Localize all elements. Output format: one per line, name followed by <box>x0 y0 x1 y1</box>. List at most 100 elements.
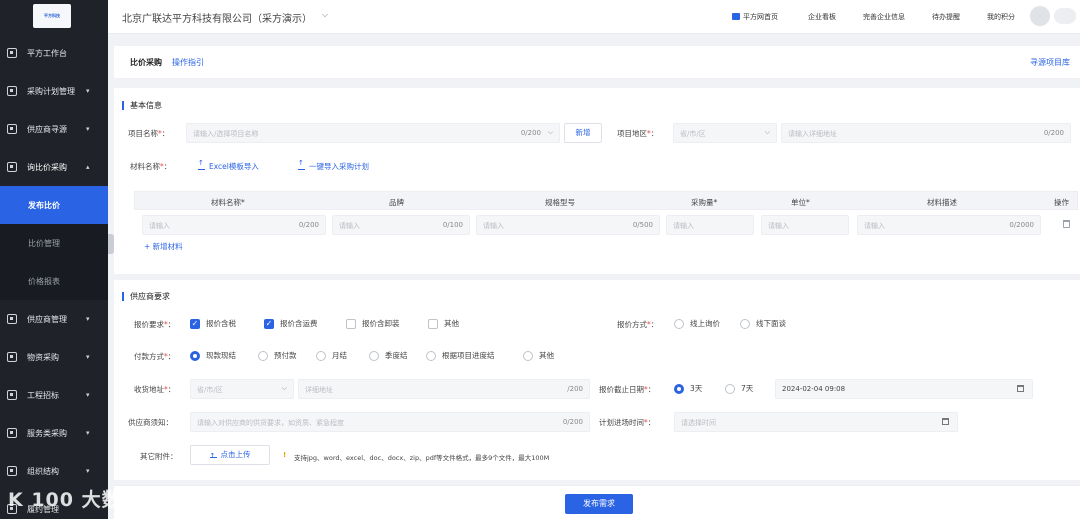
radio-label: 月结 <box>332 351 347 360</box>
user-name-blurred[interactable] <box>1054 8 1076 24</box>
checkbox-other[interactable]: 其他 <box>428 318 459 329</box>
address-input[interactable]: 请输入详细地址 0/200 <box>781 123 1071 143</box>
sidebar-item-price-report[interactable]: 价格报表 <box>0 262 108 300</box>
sidebar-item-supplier-manage[interactable]: 供应商管理 ▾ <box>0 300 108 338</box>
radio-pay-quarterly[interactable]: 季度结 <box>369 350 408 361</box>
chevron-down-icon: ⌵ <box>764 128 770 136</box>
unit-cell[interactable]: 请输入 <box>761 215 849 235</box>
sidebar-item-inquiry[interactable]: 询比价采购 ▴ <box>0 148 108 186</box>
material-label: 材料名称*： <box>130 162 172 171</box>
radio-pay-progress[interactable]: 根据项目进度结 <box>426 350 495 361</box>
chevron-down-icon: ⌵ <box>281 384 287 392</box>
radio-circle <box>369 350 379 361</box>
delivery-region-select[interactable]: 省/市/区 ⌵ <box>190 379 294 399</box>
radio-online[interactable]: 线上询价 <box>674 318 720 329</box>
label-text: 报价要求 <box>134 320 164 329</box>
checkbox-unload[interactable]: 报价含卸装 <box>346 318 400 329</box>
guide-link[interactable]: 操作指引 <box>172 57 204 68</box>
sidebar-item-compare-manage[interactable]: 比价管理 <box>0 224 108 262</box>
radio-pay-other[interactable]: 其他 <box>523 350 554 361</box>
radio-label: 预付款 <box>274 351 297 360</box>
region-select[interactable]: 省/市/区 ⌵ <box>673 123 777 143</box>
region-label: 项目地区*： <box>617 129 659 138</box>
radio-pay-cash[interactable]: 现款现结 <box>190 350 236 361</box>
project-library-link[interactable]: 寻源项目库 <box>1030 57 1070 68</box>
material-name-cell[interactable]: 请输入 0/200 <box>142 215 326 235</box>
section-title-supplier: 供应商要求 <box>122 292 170 301</box>
chevron-down-icon: ▾ <box>86 467 90 475</box>
org-icon <box>7 466 17 476</box>
nav-link-todo[interactable]: 待办提醒 <box>932 12 960 22</box>
placeholder: 请输入/选择项目名称 <box>193 130 259 138</box>
radio-pay-prepay[interactable]: 预付款 <box>258 350 297 361</box>
radio-circle <box>426 350 436 361</box>
trash-icon[interactable] <box>1063 220 1070 228</box>
deadline-date-picker[interactable]: 2024-02-04 09:08 <box>775 379 1033 399</box>
home-icon <box>732 13 740 20</box>
sidebar-item-workbench[interactable]: 平方工作台 <box>0 34 108 72</box>
sidebar-item-supplier-sourcing[interactable]: 供应商寻源 ▾ <box>0 110 108 148</box>
sidebar-item-purchase-plan[interactable]: 采购计划管理 ▾ <box>0 72 108 110</box>
avatar[interactable] <box>1030 6 1050 26</box>
sidebar-item-label: 组织结构 <box>27 466 59 476</box>
link-label: 一键导入采购计划 <box>309 162 369 171</box>
chevron-down-icon: ▾ <box>86 125 90 133</box>
upload-button[interactable]: 点击上传 <box>190 445 270 465</box>
char-count: 0/200 <box>562 418 583 426</box>
sidebar-item-material-purchase[interactable]: 物资采购 ▾ <box>0 338 108 376</box>
nav-link-home[interactable]: 平方网首页 <box>732 12 778 22</box>
radio-circle <box>674 383 684 394</box>
sidebar-item-label: 价格报表 <box>28 276 60 286</box>
nav-link-company-info[interactable]: 完善企业信息 <box>863 12 905 22</box>
description-cell[interactable]: 请输入 0/2000 <box>857 215 1041 235</box>
label-text: 项目地区 <box>617 129 647 138</box>
add-material-link[interactable]: + 新增材料 <box>144 241 183 252</box>
radio-label: 线上询价 <box>690 319 720 328</box>
radio-deadline-3[interactable]: 3天 <box>674 383 702 394</box>
warning-icon: ! <box>283 451 287 459</box>
sidebar-item-service-purchase[interactable]: 服务类采购 ▾ <box>0 414 108 452</box>
upload-icon <box>298 159 305 170</box>
char-count: 0/500 <box>632 221 653 229</box>
brand-cell[interactable]: 请输入 0/100 <box>332 215 470 235</box>
chevron-up-icon: ▴ <box>86 163 90 171</box>
supplier-icon <box>7 314 17 324</box>
check-icon: ✓ <box>190 318 200 329</box>
radio-pay-monthly[interactable]: 月结 <box>316 350 347 361</box>
sidebar-item-label: 采购计划管理 <box>27 86 75 96</box>
chevron-down-icon[interactable]: ⌵ <box>322 10 328 20</box>
sidebar-item-tender[interactable]: 工程招标 ▾ <box>0 376 108 414</box>
company-name[interactable]: 北京广联达平方科技有限公司（采方演示） <box>122 10 312 25</box>
calendar-icon <box>1017 385 1024 392</box>
placeholder: 请输入 <box>483 222 504 230</box>
add-project-button[interactable]: 新增 <box>564 123 602 143</box>
radio-label: 7天 <box>741 384 754 393</box>
attach-label: 其它附件： <box>140 452 178 461</box>
sidebar-item-publish-compare[interactable]: 发布比价 <box>0 186 108 224</box>
radio-offline[interactable]: 线下面谈 <box>740 318 786 329</box>
plan-import-link[interactable]: 一键导入采购计划 <box>298 159 369 172</box>
checkbox-box <box>346 318 356 329</box>
quantity-cell[interactable]: 请输入 <box>666 215 754 235</box>
nav-link-points[interactable]: 我的积分 <box>987 12 1015 22</box>
radio-circle <box>190 350 200 361</box>
delivery-address-input[interactable]: 详细地址 /200 <box>298 379 590 399</box>
radio-deadline-7[interactable]: 7天 <box>725 383 753 394</box>
notice-input[interactable]: 请输入对供应商的供货要求，如资质、紧急程度 0/200 <box>190 412 590 432</box>
publish-button[interactable]: 发布需求 <box>565 494 633 514</box>
char-count: /200 <box>567 385 583 393</box>
checkbox-tax[interactable]: ✓ 报价含税 <box>190 318 236 329</box>
label-text: 收货地址 <box>134 385 164 394</box>
char-count: 0/200 <box>520 129 541 137</box>
checkbox-freight[interactable]: ✓ 报价含运费 <box>264 318 318 329</box>
excel-import-link[interactable]: Excel模板导入 <box>198 159 259 172</box>
project-name-input[interactable]: 请输入/选择项目名称 0/200 ⌵ <box>186 123 560 143</box>
chevron-down-icon: ▾ <box>86 315 90 323</box>
entry-date-picker[interactable]: 请选择时间 <box>674 412 958 432</box>
inquiry-icon <box>7 162 17 172</box>
spec-cell[interactable]: 请输入 0/500 <box>476 215 660 235</box>
quote-method-label: 报价方式*： <box>617 320 659 329</box>
radio-label: 根据项目进度结 <box>442 351 495 360</box>
nav-link-dashboard[interactable]: 企业看板 <box>808 12 836 22</box>
delivery-label: 收货地址*： <box>134 385 176 394</box>
